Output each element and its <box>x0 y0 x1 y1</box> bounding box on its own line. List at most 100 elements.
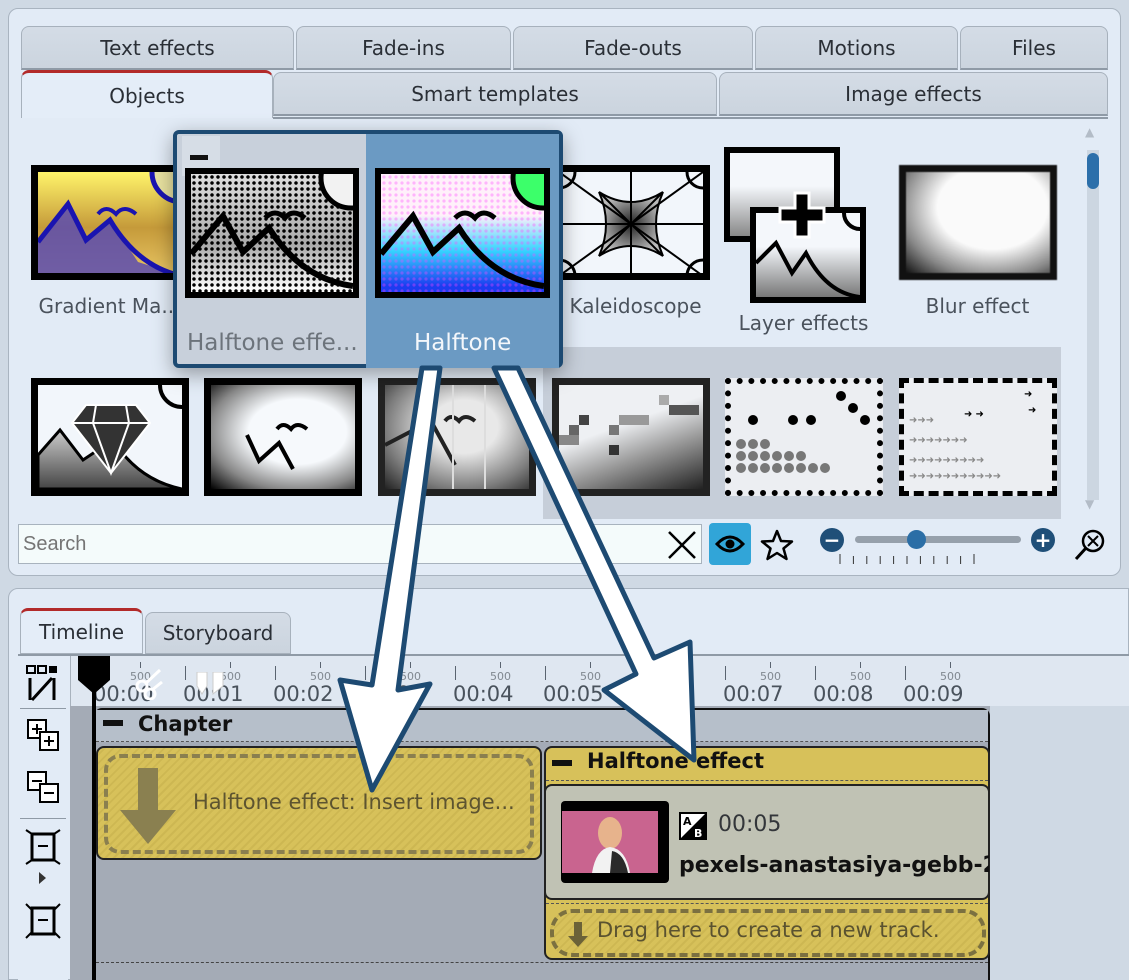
ruler-tick <box>275 666 276 680</box>
tab-text-effects[interactable]: Text effects <box>21 26 294 70</box>
effect-tile-noise[interactable] <box>369 356 544 531</box>
halftone-color-icon[interactable] <box>375 168 550 298</box>
ruler-tick <box>725 666 726 680</box>
effect-tile-pixelate[interactable] <box>543 356 718 531</box>
thumbnail-size-slider[interactable] <box>855 536 1021 543</box>
tab-files[interactable]: Files <box>960 26 1108 70</box>
playhead-line[interactable] <box>92 680 96 980</box>
collapse-icon <box>25 829 61 865</box>
marker-pair-icon[interactable] <box>195 671 227 696</box>
photo-preview <box>562 811 658 873</box>
zoom-fit-button[interactable] <box>1073 528 1107 562</box>
tab-objects[interactable]: Objects <box>21 70 273 118</box>
tab-baseline <box>273 117 1108 119</box>
effect-tile-arrow-mosaic[interactable]: ➜➜➜ ➜➜➜➜➜➜➜ ➜➜➜➜➜➜➜➜➜ ➜➜➜➜➜➜➜➜➜➜➜ ➜ ➜ ➜ ➜ <box>890 356 1065 531</box>
ruler-sub-tick <box>500 662 501 668</box>
ruler-sub-tick <box>410 662 411 668</box>
diamond-icon <box>30 378 189 496</box>
transition-ab-icon[interactable]: AB <box>679 812 707 840</box>
ruler-tick <box>365 666 366 680</box>
remove-track-button[interactable] <box>24 770 62 808</box>
clear-search-icon[interactable] <box>665 528 699 562</box>
svg-text:➜: ➜ <box>1028 405 1036 416</box>
zoom-out-button[interactable]: − <box>820 528 844 552</box>
scroll-down-icon[interactable]: ▼ <box>1085 497 1094 511</box>
tab-motions[interactable]: Motions <box>755 26 958 70</box>
plus-icon: + <box>1034 528 1052 552</box>
media-filename: pexels-anastasiya-gebb-2035 <box>679 853 989 878</box>
snap-tool-button[interactable] <box>24 664 62 702</box>
tab-label: Smart templates <box>411 81 579 106</box>
divider <box>546 780 988 781</box>
collapse-tracks-button[interactable] <box>24 828 62 866</box>
popup-item-label: Halftone <box>414 330 512 356</box>
preview-toggle-button[interactable] <box>709 523 751 565</box>
ruler-sub-tick <box>590 662 591 668</box>
popup-item-label: Halftone effe... <box>187 330 358 356</box>
scroll-up-icon[interactable]: ▲ <box>1085 125 1094 139</box>
scissors-icon[interactable] <box>134 666 164 701</box>
svg-text:➜➜➜➜➜➜➜➜➜: ➜➜➜➜➜➜➜➜➜ <box>909 455 984 466</box>
drop-hint-text: Drag here to create a new track. <box>597 918 940 942</box>
tab-timeline[interactable]: Timeline <box>20 608 143 654</box>
add-track-button[interactable] <box>24 718 62 756</box>
ruler-time-label: 00:05 <box>543 682 604 706</box>
noise-icon <box>377 378 536 496</box>
collapse-effect-icon[interactable] <box>552 760 572 766</box>
ruler-sub-tick <box>860 662 861 668</box>
kaleidoscope-icon <box>551 165 710 280</box>
vignette-icon <box>203 378 362 496</box>
effect-tile-kaleidoscope[interactable]: Kaleidoscope <box>543 143 718 318</box>
tab-fade-outs[interactable]: Fade-outs <box>513 26 753 70</box>
ruler-tick <box>455 666 456 680</box>
effect-tile-dot-mosaic[interactable] <box>716 356 891 531</box>
tab-label: Text effects <box>100 35 215 60</box>
tab-label: Objects <box>109 83 185 108</box>
ruler-time-label: 00:06 <box>633 682 694 706</box>
svg-text:➜: ➜ <box>1024 389 1032 400</box>
media-duration: 00:05 <box>718 812 782 837</box>
effect-tile-blur[interactable]: Blur effect <box>890 143 1065 318</box>
tab-label: Image effects <box>845 81 982 106</box>
media-thumbnail <box>561 801 669 883</box>
svg-text:➜➜➜➜➜➜➜➜➜➜➜: ➜➜➜➜➜➜➜➜➜➜➜ <box>909 471 1001 482</box>
slider-ticks <box>839 554 975 564</box>
expand-menu-icon[interactable] <box>39 872 46 884</box>
zoom-in-button[interactable]: + <box>1031 528 1055 552</box>
tab-storyboard[interactable]: Storyboard <box>145 612 291 654</box>
ruler-sub-tick <box>230 662 231 668</box>
scroll-track[interactable] <box>1087 150 1099 500</box>
playhead-handle[interactable] <box>78 656 110 694</box>
divider <box>96 962 988 963</box>
ruler-time-label: 00:08 <box>813 682 874 706</box>
tab-fade-ins[interactable]: Fade-ins <box>296 26 511 70</box>
collapse-chapter-icon[interactable] <box>103 720 123 726</box>
blur-icon <box>898 165 1057 280</box>
tab-label: Fade-ins <box>362 35 445 60</box>
favorites-button[interactable] <box>760 528 794 562</box>
tab-image-effects[interactable]: Image effects <box>719 72 1108 116</box>
search-input[interactable] <box>18 524 702 564</box>
tab-label: Storyboard <box>162 621 274 645</box>
ruler-tick <box>905 666 906 680</box>
timeline-ruler[interactable]: 50000:0050000:0150000:0250000:0350000:04… <box>70 656 1129 706</box>
divider <box>20 708 66 709</box>
effect-tile-diamond[interactable] <box>22 356 197 531</box>
ruler-tick <box>545 666 546 680</box>
gradient-map-icon <box>30 165 189 280</box>
scroll-thumb[interactable] <box>1087 153 1099 189</box>
effect-tile-vignette[interactable] <box>195 356 370 531</box>
halftone-bw-icon[interactable] <box>185 168 359 298</box>
tab-label: Motions <box>817 35 896 60</box>
ruler-tick <box>815 666 816 680</box>
effect-tile-layer-effects[interactable]: Layer effects <box>716 143 891 335</box>
ruler-time-label: 00:04 <box>453 682 514 706</box>
chapter-title: Chapter <box>138 712 233 736</box>
effects-scrollbar[interactable]: ▲ ▼ <box>1083 125 1103 515</box>
tab-smart-templates[interactable]: Smart templates <box>273 72 717 116</box>
dot-mosaic-icon <box>724 378 883 496</box>
ruler-time-label: 00:03 <box>363 682 424 706</box>
divider <box>546 903 988 904</box>
effect-tile-gradient-map[interactable]: Gradient Ma... <box>22 143 197 318</box>
expand-tracks-button[interactable] <box>24 902 62 940</box>
